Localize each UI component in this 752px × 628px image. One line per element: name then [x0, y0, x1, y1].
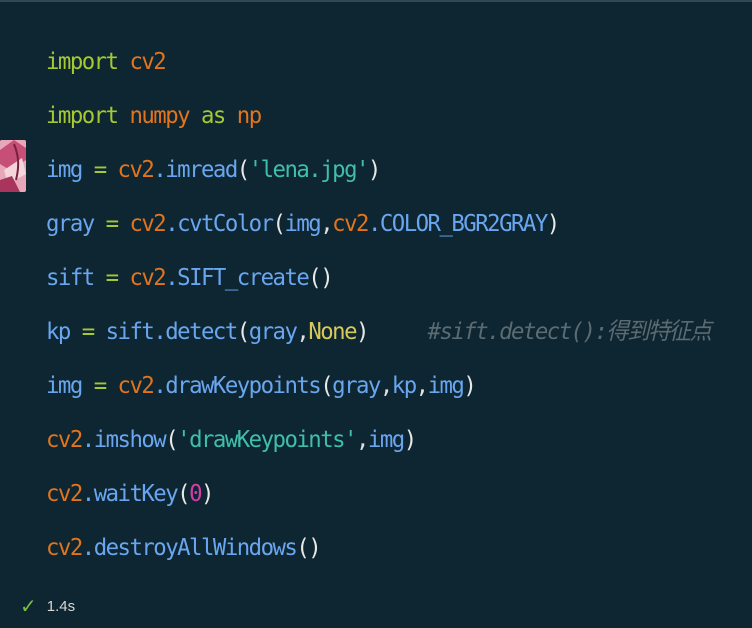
code-token: .detect: [153, 317, 238, 345]
code-token: 'lena.jpg': [248, 155, 370, 183]
code-token: .destroyAllWindows: [81, 533, 298, 561]
code-token: sift: [46, 263, 95, 291]
code-line[interactable]: import cv2: [46, 34, 710, 88]
code-line[interactable]: gray = cv2.cvtColor(img,cv2.COLOR_BGR2GR…: [46, 196, 710, 250]
code-token: import: [46, 47, 119, 75]
code-token: 'drawKeypoints': [177, 425, 357, 453]
code-token: np: [236, 101, 262, 129]
code-token: (: [320, 371, 333, 399]
code-line[interactable]: cv2.destroyAllWindows(): [46, 520, 710, 574]
code-token: as: [201, 101, 226, 129]
code-token: .waitKey: [81, 479, 179, 507]
code-token: ,: [415, 371, 429, 399]
code-token: kp: [391, 371, 417, 399]
code-token: img: [427, 371, 465, 399]
code-token: .COLOR_BGR2GRAY: [367, 209, 548, 237]
code-token: ): [463, 371, 476, 399]
code-line[interactable]: kp = sift.detect(gray,None) #sift.detect…: [46, 304, 712, 358]
code-token: cv2: [129, 263, 166, 291]
code-token: =: [69, 317, 106, 345]
code-token: =: [93, 209, 130, 237]
code-token: cv2: [129, 47, 166, 75]
code-cell[interactable]: import cv2 import numpy as np img = cv2.im…: [0, 0, 752, 628]
code-token: cv2: [46, 425, 83, 453]
code-line[interactable]: cv2.imshow('drawKeypoints',img): [46, 412, 710, 466]
code-token: gray: [46, 209, 95, 237]
code-token: =: [81, 155, 118, 183]
code-token: ): [367, 155, 381, 183]
success-check-icon: ✓: [20, 596, 37, 618]
code-token: .imread: [153, 155, 238, 183]
code-token: .drawKeypoints: [153, 371, 321, 399]
code-token: (: [177, 479, 190, 507]
code-editor[interactable]: import cv2 import numpy as np img = cv2.im…: [46, 34, 712, 574]
code-token: ,: [355, 425, 369, 453]
code-token: cv2: [129, 209, 166, 237]
execution-status: ✓ 1.4s: [20, 594, 75, 619]
code-token: import: [46, 101, 119, 129]
code-token: (: [165, 425, 178, 453]
code-token: img: [367, 425, 405, 453]
code-token: cv2: [46, 479, 83, 507]
code-token: cv2: [46, 533, 83, 561]
code-token: kp: [46, 317, 71, 345]
code-token: (: [272, 209, 286, 237]
code-token: img: [46, 371, 83, 399]
code-token: ): [546, 209, 560, 237]
code-line[interactable]: sift = cv2.SIFT_create(): [46, 250, 710, 304]
code-token: 0: [189, 479, 202, 507]
code-line[interactable]: img = cv2.imread('lena.jpg'): [46, 142, 710, 196]
code-comment: #sift.detect():得到特征点: [427, 317, 712, 345]
code-token: gray: [332, 371, 381, 399]
code-token: ): [403, 425, 417, 453]
code-token: None: [308, 317, 357, 345]
code-token: img: [284, 209, 321, 237]
code-token: (: [236, 317, 250, 345]
code-token: numpy: [129, 101, 190, 129]
code-token: ,: [379, 371, 393, 399]
code-token: ,: [296, 317, 309, 345]
code-token: cv2: [117, 371, 155, 399]
code-token: ,: [320, 209, 333, 237]
execution-time: 1.4s: [46, 598, 76, 615]
code-token: .SIFT_create: [165, 263, 310, 291]
code-line[interactable]: img = cv2.drawKeypoints(gray,kp,img): [46, 358, 710, 412]
code-token: img: [46, 155, 83, 183]
code-token: (): [296, 533, 321, 561]
code-token: cv2: [332, 209, 369, 237]
code-token: (): [308, 263, 333, 291]
code-token: (: [236, 155, 250, 183]
code-token: sift: [105, 317, 155, 345]
code-token: cv2: [117, 155, 155, 183]
code-line[interactable]: cv2.waitKey(0): [46, 466, 710, 520]
code-token: .imshow: [81, 425, 167, 453]
code-token: ): [201, 479, 214, 507]
code-line[interactable]: import numpy as np: [46, 88, 710, 142]
code-token: gray: [248, 317, 298, 345]
image-thumbnail-icon: [0, 140, 26, 192]
code-token: .cvtColor: [165, 209, 274, 237]
code-token: =: [93, 263, 130, 291]
code-token: =: [81, 371, 118, 399]
code-token: ): [356, 317, 369, 345]
